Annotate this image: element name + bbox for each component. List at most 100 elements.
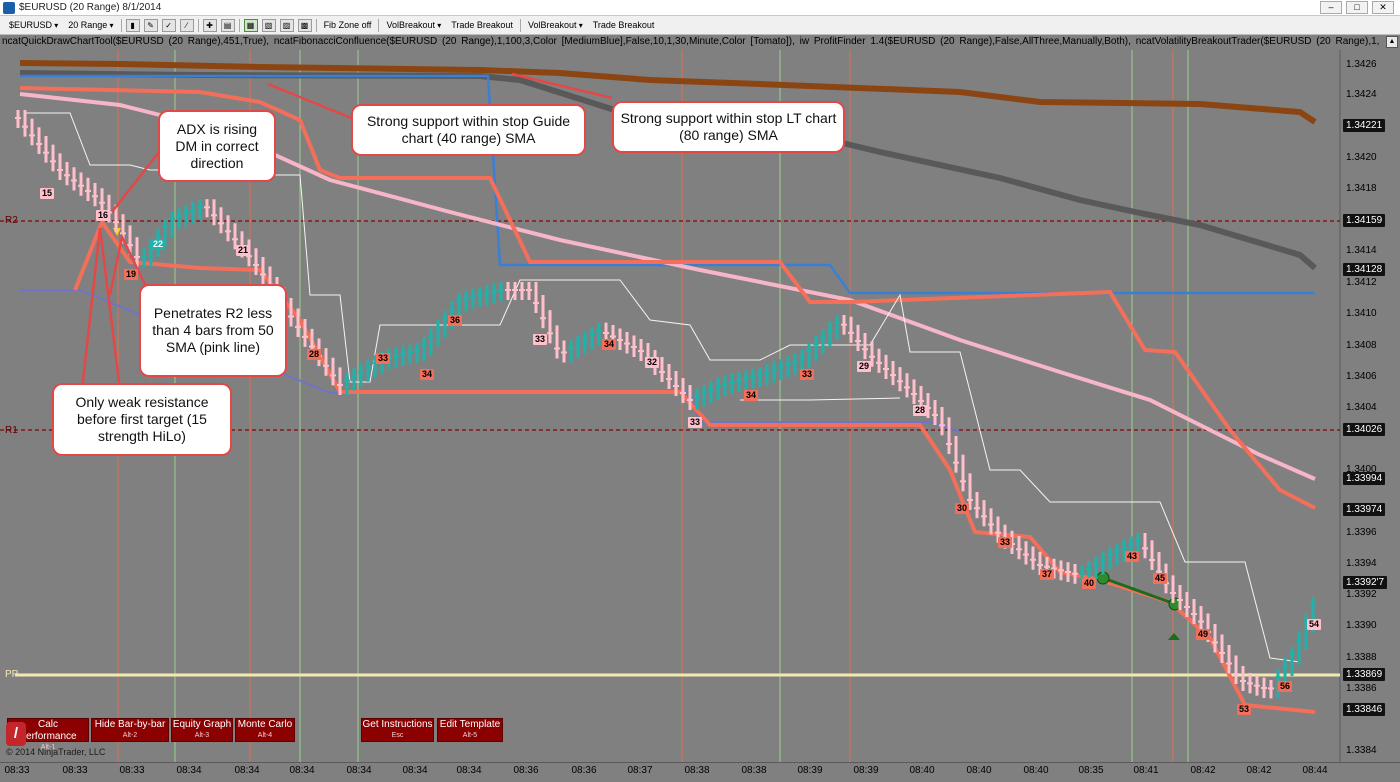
- bar-number: 40: [1082, 578, 1097, 589]
- up-range-bar: [702, 385, 706, 407]
- chart-trader-icon[interactable]: ▦: [243, 18, 258, 32]
- up-range-bar: [471, 288, 475, 309]
- down-range-bar: [674, 371, 678, 396]
- time-label: 08:34: [176, 765, 202, 776]
- down-range-bar: [324, 348, 328, 376]
- up-range-bar: [716, 378, 720, 400]
- properties-icon[interactable]: ▤: [220, 18, 235, 32]
- button-shortcut: Alt-2: [122, 732, 138, 739]
- annotation-penetrates-r2: Penetrates R2 less than 4 bars from 50 S…: [139, 284, 287, 377]
- up-range-bar: [485, 285, 489, 305]
- up-range-bar: [401, 346, 405, 366]
- price-tag: 1.34128: [1343, 263, 1386, 276]
- data-box-icon[interactable]: ▩: [297, 18, 312, 32]
- down-range-bar: [1017, 536, 1021, 560]
- up-range-bar: [366, 359, 370, 382]
- up-range-bar: [422, 337, 426, 361]
- toolbar-separator: [315, 18, 317, 32]
- trade-breakout-button-2[interactable]: Trade Breakout: [588, 20, 660, 30]
- pencil-icon[interactable]: ✎: [143, 18, 158, 32]
- down-range-bar: [65, 162, 69, 186]
- button-shortcut: Alt-5: [462, 732, 478, 739]
- down-range-bar: [1031, 546, 1035, 570]
- scroll-up-icon[interactable]: ▲: [1386, 36, 1398, 48]
- strategies-icon[interactable]: ▨: [279, 18, 294, 32]
- up-range-bar: [429, 328, 433, 355]
- minimize-button[interactable]: –: [1320, 1, 1342, 14]
- toolbar-separator: [378, 18, 380, 32]
- down-range-bar: [219, 207, 223, 234]
- trade-breakout-button-1[interactable]: Trade Breakout: [446, 20, 518, 30]
- down-range-bar: [296, 308, 300, 337]
- down-range-bar: [226, 215, 230, 242]
- time-label: 08:36: [571, 765, 597, 776]
- button-label: Monte Carlo: [237, 719, 293, 730]
- up-range-bar: [184, 205, 188, 227]
- ninjatrader-logo-icon: /: [6, 722, 26, 746]
- bar-number: 34: [420, 369, 435, 380]
- up-range-bar: [394, 348, 398, 368]
- down-range-bar: [863, 333, 867, 360]
- time-label: 08:34: [456, 765, 482, 776]
- up-range-bar: [695, 388, 699, 410]
- down-range-bar: [1024, 541, 1028, 565]
- time-label: 08:34: [289, 765, 315, 776]
- time-label: 08:38: [684, 765, 710, 776]
- bar-number: 34: [744, 390, 759, 401]
- bar-number: 29: [857, 361, 872, 372]
- up-range-bar: [142, 248, 146, 267]
- time-label: 08:38: [741, 765, 767, 776]
- crosshair-icon[interactable]: ✚: [202, 18, 217, 32]
- period-dropdown[interactable]: 20 Range: [63, 20, 118, 30]
- up-range-bar: [198, 199, 202, 221]
- vol-breakout-dropdown-2[interactable]: VolBreakout: [523, 20, 588, 30]
- price-label: 1.3424: [1346, 89, 1377, 100]
- price-tag: 1.3392'7: [1343, 576, 1388, 589]
- price-tag: 1.33994: [1343, 472, 1386, 485]
- down-range-bar: [940, 407, 944, 436]
- price-label: 1.3408: [1346, 340, 1377, 351]
- edit-template-button[interactable]: Edit Template Alt-5: [437, 718, 503, 742]
- down-range-bar: [1213, 624, 1217, 653]
- down-range-bar: [23, 110, 27, 137]
- bar-number: 28: [913, 405, 928, 416]
- up-range-bar: [590, 327, 594, 350]
- up-range-bar: [478, 287, 482, 307]
- button-label: Edit Template: [439, 719, 501, 730]
- close-button[interactable]: ✕: [1372, 1, 1394, 14]
- down-range-bar: [1143, 533, 1147, 559]
- price-label: 1.3410: [1346, 308, 1377, 319]
- down-range-bar: [338, 367, 342, 395]
- bar-number: 43: [1125, 551, 1140, 562]
- instrument-dropdown[interactable]: $EURUSD: [4, 20, 63, 30]
- up-range-bar: [569, 340, 573, 363]
- time-label: 08:41: [1133, 765, 1159, 776]
- vol-breakout-dropdown-1[interactable]: VolBreakout: [381, 20, 446, 30]
- price-label: 1.3418: [1346, 183, 1377, 194]
- monte-carlo-button[interactable]: Monte Carlo Alt-4: [235, 718, 295, 742]
- bar-type-icon[interactable]: ▮: [125, 18, 140, 32]
- bar-number: 16: [96, 210, 111, 221]
- down-range-bar: [898, 367, 902, 392]
- indicators-icon[interactable]: ▧: [261, 18, 276, 32]
- app-icon: [3, 1, 15, 14]
- toolbar-separator: [120, 18, 122, 32]
- window-title: $EURUSD (20 Range) 8/1/2014: [19, 2, 162, 13]
- price-label: 1.3414: [1346, 245, 1377, 256]
- annotation-support-guide: Strong support within stop Guide chart (…: [351, 104, 586, 156]
- price-label: 1.3426: [1346, 59, 1377, 70]
- fib-zone-toggle[interactable]: Fib Zone off: [319, 20, 377, 30]
- eraser-icon[interactable]: ∕: [179, 18, 194, 32]
- window-titlebar[interactable]: $EURUSD (20 Range) 8/1/2014 – □ ✕: [0, 0, 1400, 16]
- up-range-bar: [1115, 543, 1119, 565]
- equity-graph-button[interactable]: Equity Graph Alt-3: [171, 718, 233, 742]
- up-range-bar: [1297, 632, 1301, 665]
- get-instructions-button[interactable]: Get Instructions Esc: [361, 718, 434, 742]
- time-axis[interactable]: 08:33 08:33 08:33 08:34 08:34 08:34 08:3…: [0, 762, 1400, 782]
- pp-label: PP: [5, 669, 19, 680]
- annotation-support-lt: Strong support within stop LT chart (80 …: [612, 101, 845, 153]
- down-range-bar: [548, 310, 552, 344]
- brush-icon[interactable]: ✓: [161, 18, 176, 32]
- maximize-button[interactable]: □: [1346, 1, 1368, 14]
- hide-bar-by-bar-button[interactable]: Hide Bar-by-bar Alt-2: [91, 718, 169, 742]
